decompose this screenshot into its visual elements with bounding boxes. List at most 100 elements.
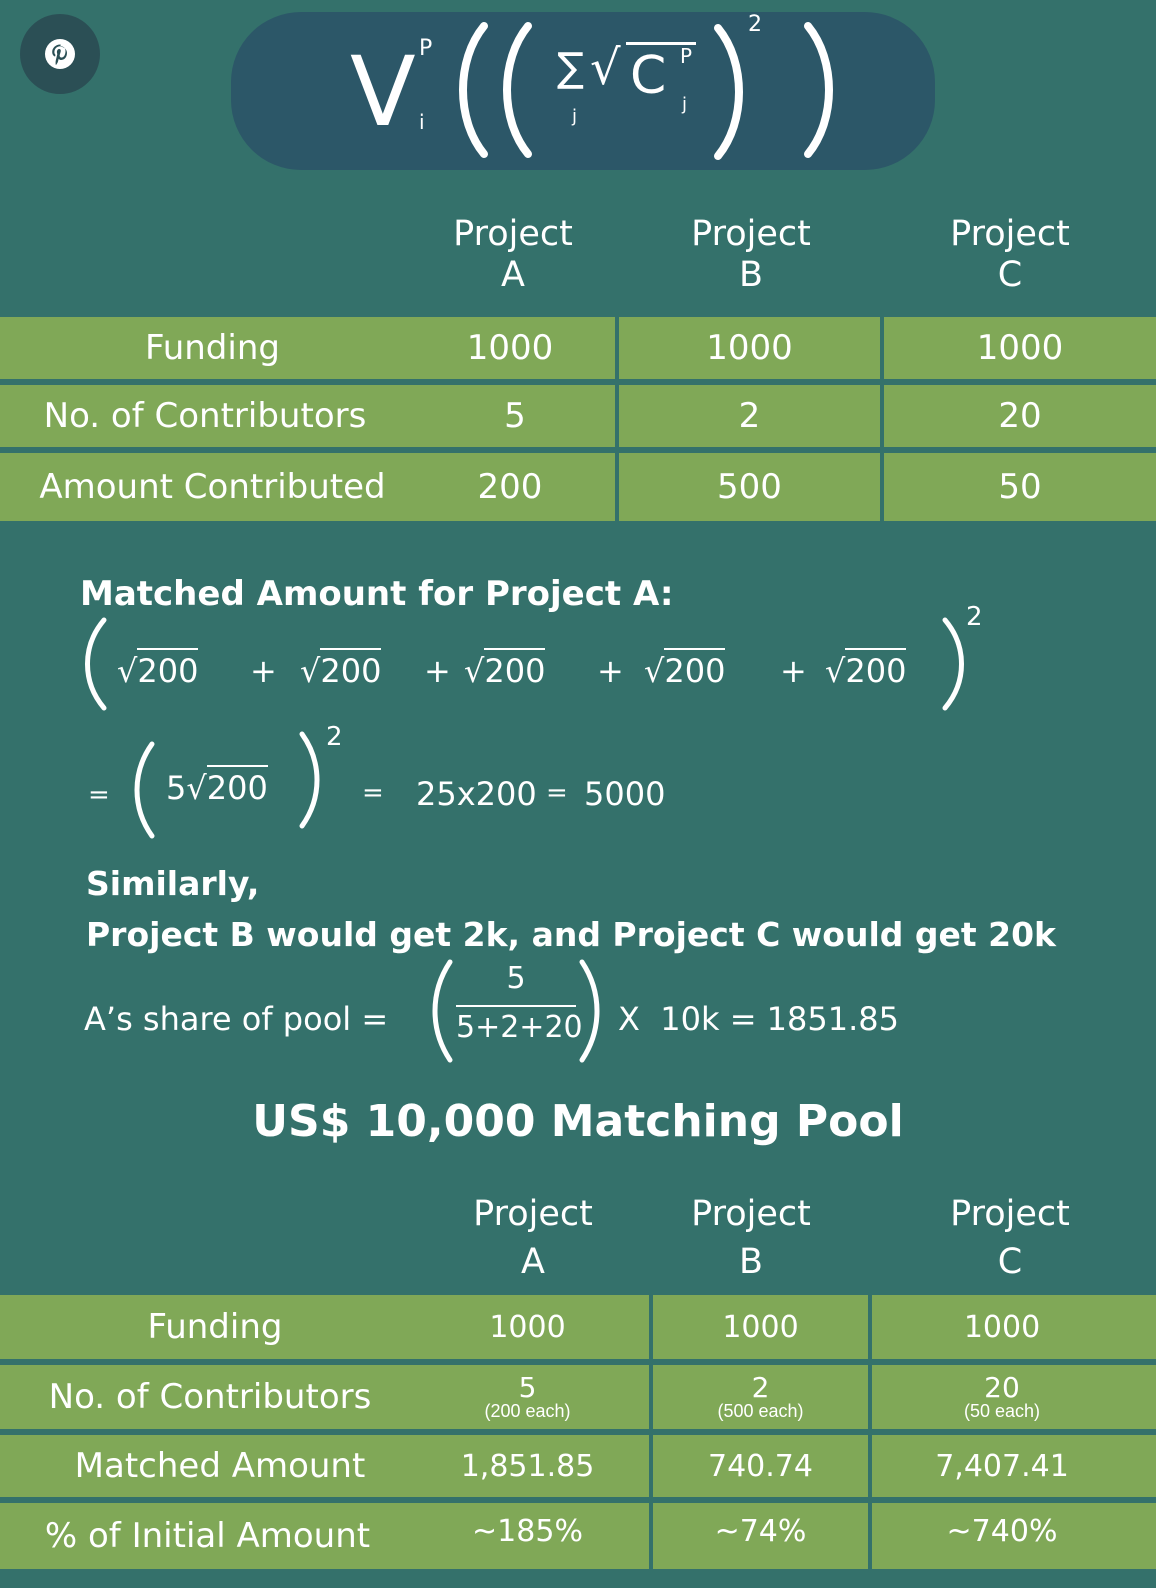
table2-header-c-line1: Project <box>950 1194 1070 1234</box>
table2-header-a-line1: Project <box>473 1194 593 1234</box>
table2-header-b-line1: Project <box>691 1194 811 1234</box>
formula-sqrt: √ <box>590 40 621 96</box>
formula-sub-i: i <box>419 110 425 134</box>
equals-sign: = <box>546 778 568 808</box>
table1-header-b-line1: Project <box>691 214 811 254</box>
formula-outer-open-paren <box>459 22 488 158</box>
table1-header-a-line2: A <box>501 255 525 295</box>
pinterest-save-button[interactable] <box>20 14 100 94</box>
table2-header-c: Project C <box>900 1190 1120 1286</box>
coefficient: 5 <box>166 769 187 807</box>
formula-v: V <box>350 36 416 148</box>
table1-header-c: Project C <box>900 214 1120 296</box>
share-label: A’s share of pool = <box>84 1000 389 1038</box>
table2-cell: 1000 <box>722 1309 799 1345</box>
table2-row-funding: Funding 1000 1000 1000 <box>0 1295 1156 1359</box>
table2-cell: 740.74 <box>708 1448 813 1484</box>
sqrt-term: √200 <box>117 648 199 690</box>
formula-exponent: 2 <box>748 12 762 37</box>
fraction-open-paren <box>432 959 453 1063</box>
summary-text: Project B would get 2k, and Project C wo… <box>86 915 1057 954</box>
contrib-count: 5 <box>518 1371 537 1404</box>
simplified-close-paren <box>299 731 320 829</box>
table1-row-amount: Amount Contributed 200 500 50 <box>0 453 1156 521</box>
table1-header-c-line1: Project <box>950 214 1070 254</box>
fraction-numerator: 5 <box>506 961 526 996</box>
contrib-note: (500 each) <box>717 1401 804 1421</box>
fraction-bar <box>456 1005 576 1007</box>
table1-row-label: Funding <box>145 328 280 368</box>
table2-header-c-line2: C <box>997 1242 1023 1282</box>
table2-row-label: % of Initial Amount <box>44 1516 371 1556</box>
similarly-text: Similarly, <box>86 864 260 903</box>
formula-c: C <box>630 46 667 106</box>
pinterest-icon <box>45 39 75 69</box>
fraction-close-paren <box>579 959 600 1063</box>
equals-sign: = <box>88 780 110 810</box>
table2-contrib-cell: 20 (50 each) <box>872 1365 1132 1429</box>
table2-row-label: No. of Contributors <box>48 1377 372 1417</box>
table2-row-label: Funding <box>147 1307 283 1347</box>
table2-row-percent: % of Initial Amount ~185% ~74% ~740% <box>0 1503 1156 1569</box>
table2-contrib-cell: 5 (200 each) <box>430 1365 625 1429</box>
formula-sup-p: P <box>419 36 433 61</box>
table2-header-a: Project A <box>423 1190 643 1286</box>
sqrt-term-value: 200 <box>845 648 907 690</box>
table1-cell: 1000 <box>976 328 1064 368</box>
table1-cell: 500 <box>717 467 782 507</box>
table1-cell: 200 <box>477 467 543 507</box>
table2-cell: 1,851.85 <box>460 1448 595 1484</box>
table1-header-b-line2: B <box>738 255 763 295</box>
contrib-note: (50 each) <box>963 1401 1041 1421</box>
table1-row-funding: Funding 1000 1000 1000 <box>0 317 1156 379</box>
table1-cell: 50 <box>998 467 1042 507</box>
plus-sign: + <box>424 652 451 690</box>
sqrt-term: √200 <box>644 648 726 690</box>
table1-cell: 1000 <box>706 328 793 368</box>
table1-row-label: No. of Contributors <box>43 396 367 436</box>
math-exponent: 2 <box>966 602 983 632</box>
formula-inner-close-paren <box>714 24 743 160</box>
formula-c-sup: P <box>680 44 693 68</box>
table2-contrib-cell: 2 (500 each) <box>653 1365 868 1429</box>
table1-cell: 2 <box>738 396 761 436</box>
simplified-term: 5√200 <box>166 765 268 807</box>
math-open-paren <box>85 617 107 711</box>
table1-header-b: Project B <box>641 214 861 296</box>
calculation: 25x200 <box>416 775 537 813</box>
sqrt-term: √200 <box>300 648 382 690</box>
table2-header-a-line2: A <box>521 1242 545 1282</box>
table2-row-matched: Matched Amount 1,851.85 740.74 7,407.41 <box>0 1435 1156 1497</box>
sqrt-term: √200 <box>825 648 907 690</box>
contrib-note: (200 each) <box>484 1401 571 1421</box>
formula-inner-open-paren <box>503 22 532 158</box>
plus-sign: + <box>780 652 807 690</box>
table2-row-label: Matched Amount <box>74 1446 366 1486</box>
formula-sub-j: j <box>572 106 578 127</box>
plus-sign: + <box>597 652 624 690</box>
table1-row-contributors: No. of Contributors 5 2 20 <box>0 385 1156 447</box>
sqrt-term-value: 200 <box>137 648 199 690</box>
matched-amount-heading: Matched Amount for Project A: <box>80 574 674 614</box>
pool-title: US$ 10,000 Matching Pool <box>252 1096 904 1147</box>
sqrt-term-value: 200 <box>484 648 546 690</box>
formula-outer-close-paren <box>804 22 833 158</box>
table1-header-c-line2: C <box>997 255 1023 295</box>
sqrt-term: √200 <box>464 648 546 690</box>
table2-cell: ~185% <box>472 1513 583 1549</box>
table2-header-b: Project B <box>641 1190 861 1286</box>
simplified-open-paren <box>134 741 155 839</box>
formula-sigma: ∑ <box>557 45 584 91</box>
table2-cell: 1000 <box>963 1309 1041 1345</box>
sqrt-term-value: 200 <box>320 648 382 690</box>
fraction-denominator: 5+2+20 <box>456 1010 583 1045</box>
table1-cell: 5 <box>504 396 526 436</box>
contrib-count: 20 <box>984 1371 1020 1404</box>
table2-cell: ~740% <box>946 1513 1058 1549</box>
table1-row-label: Amount Contributed <box>39 467 386 507</box>
table2-cell: 7,407.41 <box>935 1448 1069 1484</box>
table2-row-contributors: No. of Contributors 5 (200 each) 2 (500 … <box>0 1365 1156 1429</box>
table1-header-a: Project A <box>403 214 623 296</box>
table1-cell: 1000 <box>466 328 554 368</box>
table1-cell: 20 <box>998 396 1042 436</box>
